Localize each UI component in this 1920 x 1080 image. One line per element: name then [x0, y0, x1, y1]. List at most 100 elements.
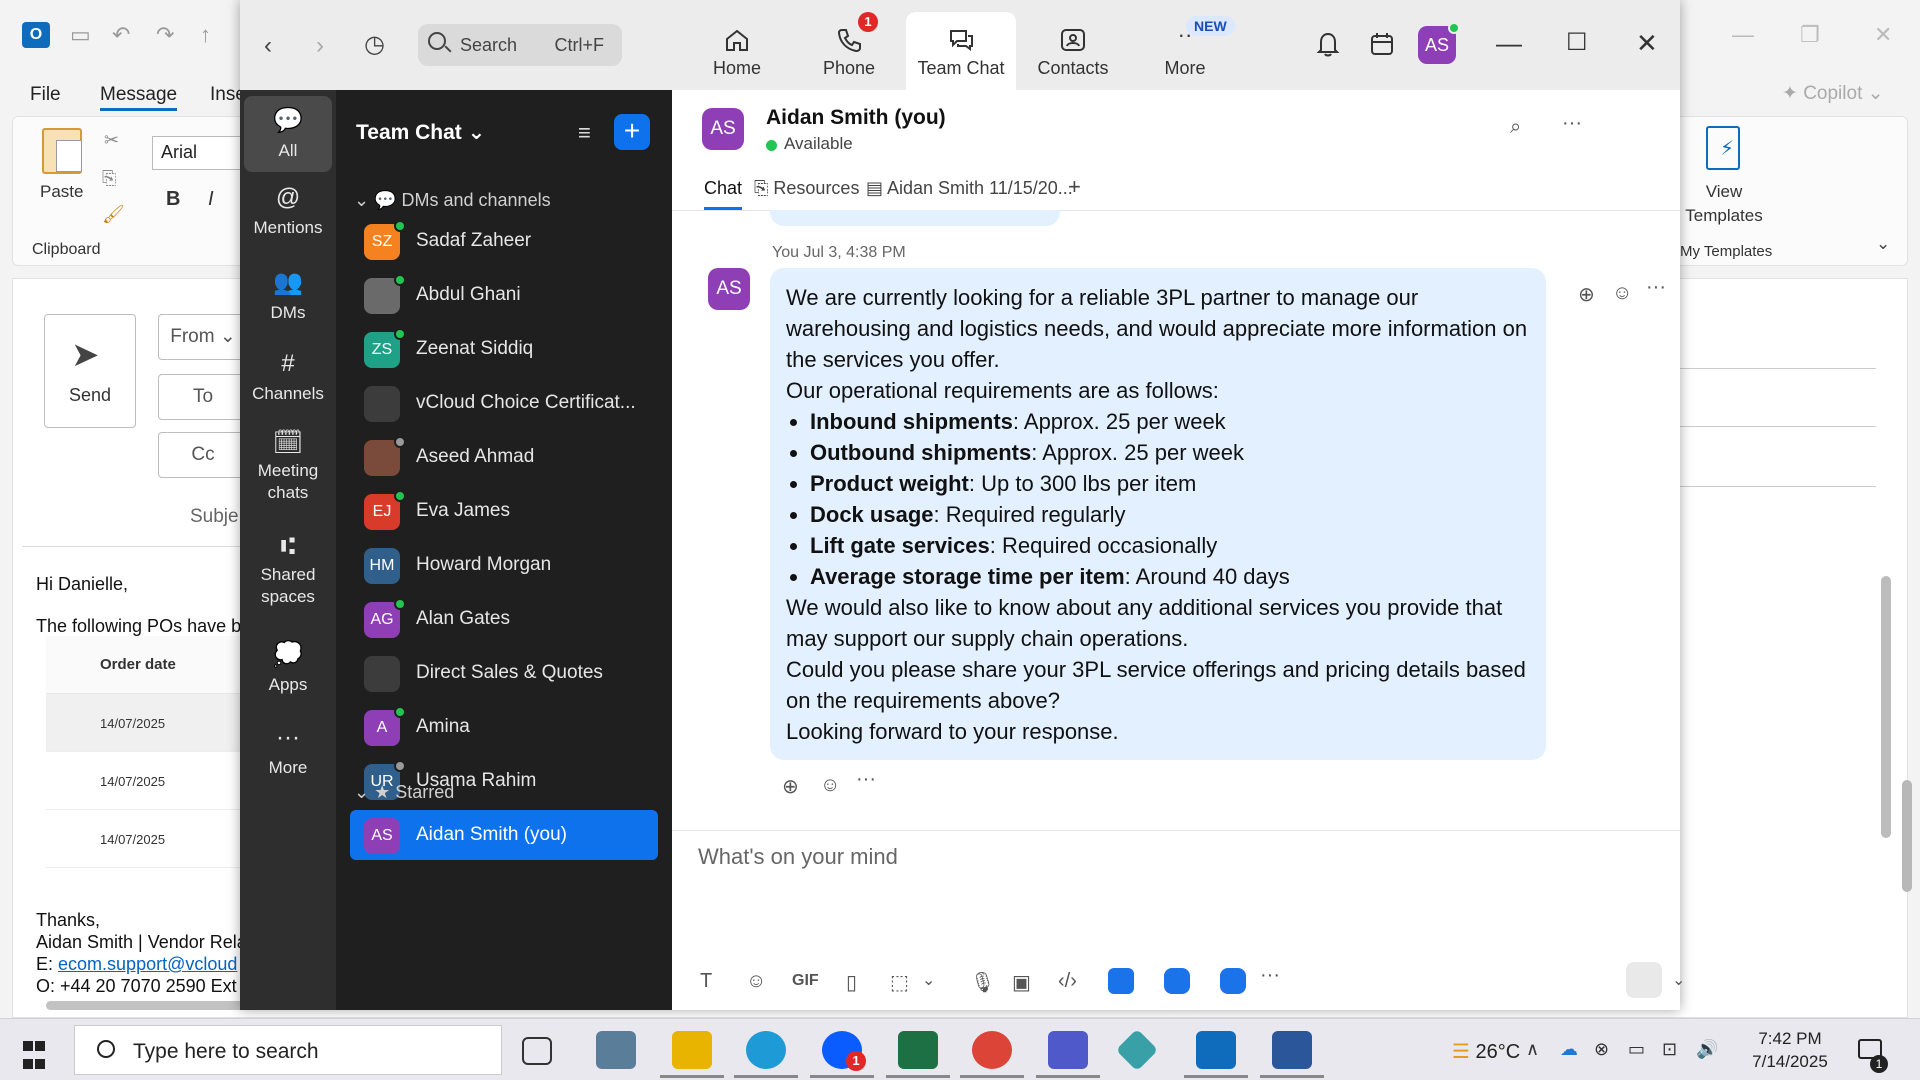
- save-icon[interactable]: ▭: [70, 22, 91, 48]
- file-icon[interactable]: ▯: [846, 970, 857, 995]
- message-more-icon[interactable]: ···: [856, 768, 876, 791]
- calculator-icon[interactable]: [596, 1031, 636, 1069]
- chat-header-name[interactable]: Aidan Smith (you): [766, 106, 946, 130]
- list-item[interactable]: A Amina: [350, 702, 658, 752]
- bell-icon[interactable]: [1314, 30, 1342, 58]
- section-starred[interactable]: ⌄ ★ Starred: [354, 782, 454, 803]
- weather-widget[interactable]: ☰ 26°C: [1452, 1039, 1520, 1064]
- list-item[interactable]: AG Alan Gates: [350, 594, 658, 644]
- from-button[interactable]: From ⌄: [158, 314, 248, 360]
- video-icon[interactable]: ▣: [1012, 970, 1031, 995]
- tab-pinned-doc[interactable]: ▤ Aidan Smith 11/15/20...: [866, 178, 1073, 199]
- onedrive-icon[interactable]: ☁: [1560, 1039, 1578, 1060]
- clips-app-icon[interactable]: [1220, 968, 1246, 994]
- list-item[interactable]: Aseed Ahmad: [350, 432, 658, 482]
- forward-icon[interactable]: ›: [316, 32, 324, 60]
- tab-resources[interactable]: ⎘ Resources: [754, 178, 859, 199]
- rail-mentions[interactable]: @ Mentions: [244, 184, 332, 238]
- battery-icon[interactable]: ▭: [1628, 1039, 1645, 1060]
- bold-button[interactable]: B: [166, 188, 180, 211]
- screenshot-icon[interactable]: ⬚: [890, 970, 909, 995]
- redo-icon[interactable]: ↷: [156, 22, 174, 48]
- italic-button[interactable]: I: [208, 188, 214, 211]
- tab-more[interactable]: ·· NEW More: [1130, 12, 1240, 90]
- rail-all[interactable]: 💬 All: [244, 96, 332, 172]
- emoji-react-icon[interactable]: ☺: [1612, 282, 1632, 305]
- network-icon[interactable]: ⊡: [1662, 1039, 1677, 1060]
- font-name-select[interactable]: Arial: [152, 136, 252, 170]
- emoji-react-icon[interactable]: ☺: [820, 774, 840, 797]
- word-icon[interactable]: [1260, 1031, 1324, 1078]
- rail-more[interactable]: ··· More: [244, 724, 332, 778]
- paste-icon[interactable]: [42, 128, 82, 174]
- close-icon[interactable]: ✕: [1636, 28, 1658, 59]
- section-dms-and-channels[interactable]: ⌄ 💬 DMs and channels: [354, 190, 551, 211]
- reply-icon[interactable]: ⊕: [1578, 282, 1595, 307]
- chat-more-icon[interactable]: ···: [1562, 112, 1582, 135]
- rail-meeting-chats[interactable]: 🗓 Meeting chats: [244, 431, 332, 504]
- cut-icon[interactable]: ✂: [104, 130, 119, 151]
- filter-icon[interactable]: ≡: [578, 120, 591, 146]
- maximize-icon[interactable]: ☐: [1566, 28, 1588, 57]
- teams-icon[interactable]: [1036, 1031, 1100, 1078]
- menu-file[interactable]: File: [30, 84, 61, 106]
- list-title[interactable]: Team Chat ⌄: [356, 120, 485, 145]
- to-button[interactable]: To: [158, 374, 248, 420]
- list-item[interactable]: ZS Zeenat Siddiq: [350, 324, 658, 374]
- tray-chevron-icon[interactable]: ∧: [1526, 1039, 1539, 1060]
- list-item[interactable]: vCloud Choice Certificat...: [350, 378, 658, 428]
- ribbon-collapse-icon[interactable]: ⌄: [1876, 234, 1890, 254]
- menu-message[interactable]: Message: [100, 84, 178, 111]
- outlook-taskbar-icon[interactable]: [1184, 1031, 1248, 1078]
- list-item[interactable]: Direct Sales & Quotes: [350, 648, 658, 698]
- copy-icon[interactable]: ⎘: [102, 168, 116, 189]
- security-icon[interactable]: ⊗: [1594, 1039, 1609, 1060]
- whiteboard-app-icon[interactable]: [1164, 968, 1190, 994]
- signature-email-link[interactable]: ecom.support@vcloud: [58, 954, 237, 974]
- clock[interactable]: 7:42 PM 7/14/2025: [1748, 1027, 1832, 1073]
- code-icon[interactable]: ‹/›: [1058, 970, 1077, 993]
- list-item[interactable]: EJ Eva James: [350, 486, 658, 536]
- back-icon[interactable]: ‹: [264, 32, 272, 60]
- task-view-icon[interactable]: [522, 1037, 552, 1065]
- docs-app-icon[interactable]: [1108, 968, 1134, 994]
- compose-input[interactable]: What's on your mind: [698, 844, 898, 870]
- outlook-restore-icon[interactable]: ❐: [1800, 22, 1820, 48]
- send-button[interactable]: ➤ Send: [44, 314, 136, 428]
- paste-label[interactable]: Paste: [40, 182, 83, 202]
- format-painter-icon[interactable]: 🖌: [102, 204, 125, 225]
- calendar-icon[interactable]: [1368, 30, 1396, 58]
- tab-contacts[interactable]: Contacts: [1018, 12, 1128, 90]
- outlook-minimize-icon[interactable]: —: [1732, 22, 1754, 48]
- history-icon[interactable]: ◷: [364, 30, 385, 59]
- undo-icon[interactable]: ↶: [112, 22, 130, 48]
- scroll-thumb[interactable]: [1902, 780, 1912, 892]
- cc-button[interactable]: Cc: [158, 432, 248, 478]
- search-input[interactable]: Search Ctrl+F: [418, 24, 622, 66]
- chat-scrollbar[interactable]: [1902, 300, 1914, 892]
- chrome-icon[interactable]: [960, 1031, 1024, 1078]
- list-item[interactable]: Abdul Ghani: [350, 270, 658, 320]
- tab-chat[interactable]: Chat: [704, 178, 743, 210]
- toolbar-more-icon[interactable]: ···: [1260, 964, 1280, 987]
- zoom-app-icon[interactable]: 1: [810, 1031, 874, 1078]
- excel-icon[interactable]: [886, 1031, 950, 1078]
- copilot-button[interactable]: ✦ Copilot ⌄: [1782, 82, 1884, 105]
- rail-shared-spaces[interactable]: ⑆ Shared spaces: [244, 535, 332, 608]
- edge-icon[interactable]: [734, 1031, 798, 1078]
- outlook-close-icon[interactable]: ✕: [1874, 22, 1892, 48]
- tab-home[interactable]: Home: [682, 12, 792, 90]
- view-templates-icon[interactable]: [1706, 126, 1740, 170]
- message-bubble[interactable]: We are currently looking for a reliable …: [770, 268, 1546, 760]
- tab-team-chat[interactable]: Team Chat: [906, 12, 1016, 90]
- windows-start-icon[interactable]: [22, 1039, 46, 1075]
- rail-apps[interactable]: 💭 Apps: [244, 640, 332, 695]
- tab-phone[interactable]: 1 Phone: [794, 12, 904, 90]
- send-options-icon[interactable]: ⌄: [1672, 970, 1685, 990]
- text-format-icon[interactable]: T: [700, 970, 712, 993]
- rail-channels[interactable]: # Channels: [244, 350, 332, 404]
- reply-icon[interactable]: ⊕: [782, 774, 799, 799]
- list-item[interactable]: SZ Sadaf Zaheer: [350, 216, 658, 266]
- minimize-icon[interactable]: —: [1496, 28, 1522, 59]
- add-tab-icon[interactable]: +: [1068, 174, 1081, 200]
